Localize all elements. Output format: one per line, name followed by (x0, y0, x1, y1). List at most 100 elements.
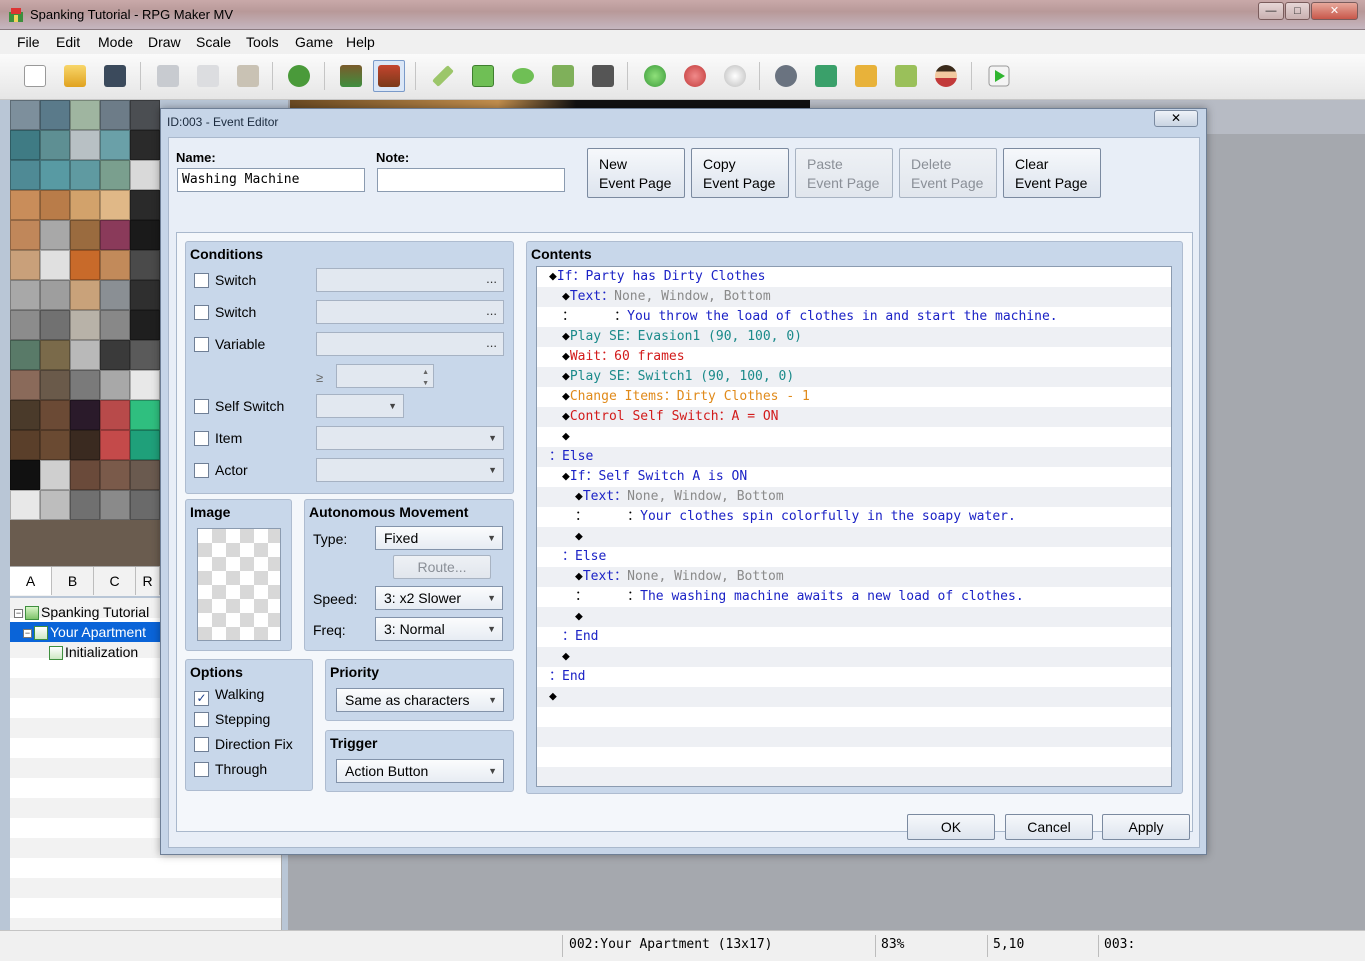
pencil-icon[interactable] (427, 60, 459, 92)
tile[interactable] (100, 460, 130, 490)
tile[interactable] (10, 460, 40, 490)
maximize-button[interactable]: □ (1285, 2, 1310, 20)
name-field[interactable]: Washing Machine (177, 168, 365, 192)
tile[interactable] (70, 460, 100, 490)
tree-node-project[interactable]: − Spanking Tutorial (14, 602, 149, 622)
checkbox-box[interactable] (194, 337, 209, 352)
tile[interactable] (70, 370, 100, 400)
tile[interactable] (70, 250, 100, 280)
tileset-tab-b[interactable]: B (52, 567, 94, 595)
tile[interactable] (100, 430, 130, 460)
event-command-line[interactable]: ◆ (537, 647, 570, 667)
tree-node-child-map[interactable]: Initialization (47, 642, 138, 662)
tile[interactable] (70, 340, 100, 370)
menu-scale[interactable]: Scale (196, 34, 231, 50)
tile[interactable] (10, 400, 40, 430)
tile[interactable] (10, 490, 40, 520)
collapse-toggle-icon[interactable]: − (14, 608, 23, 618)
zoom-out-icon[interactable] (679, 60, 711, 92)
tile[interactable] (40, 220, 70, 250)
tile[interactable] (70, 490, 100, 520)
tile[interactable] (130, 220, 160, 250)
close-window-button[interactable]: ✕ (1311, 2, 1358, 20)
tile[interactable] (40, 370, 70, 400)
menu-help[interactable]: Help (346, 34, 375, 50)
tile[interactable] (40, 490, 70, 520)
paste-event-page-button[interactable]: Paste Event Page (795, 148, 893, 198)
plugin-manager-icon[interactable] (810, 60, 842, 92)
tile[interactable] (70, 310, 100, 340)
tile[interactable] (40, 400, 70, 430)
note-field[interactable] (377, 168, 565, 192)
through-checkbox[interactable]: Through (194, 761, 267, 777)
checkbox-checked[interactable]: ✓ (194, 691, 209, 706)
tile[interactable] (100, 490, 130, 520)
event-mode-icon[interactable] (373, 60, 405, 92)
trigger-dropdown[interactable]: Action Button ▼ (336, 759, 504, 783)
character-generator-icon[interactable] (930, 60, 962, 92)
event-command-line[interactable]: ：Else (537, 447, 593, 467)
tile[interactable] (100, 100, 130, 130)
tile[interactable] (10, 370, 40, 400)
cancel-button[interactable]: Cancel (1005, 814, 1093, 840)
rectangle-icon[interactable] (467, 60, 499, 92)
menu-file[interactable]: File (17, 34, 40, 50)
tile[interactable] (40, 250, 70, 280)
item-checkbox[interactable]: Item (194, 430, 242, 446)
zoom-in-icon[interactable] (639, 60, 671, 92)
tile[interactable] (100, 250, 130, 280)
tileset-tab-c[interactable]: C (94, 567, 136, 595)
checkbox-box[interactable] (194, 431, 209, 446)
tile[interactable] (10, 430, 40, 460)
stepping-checkbox[interactable]: Stepping (194, 711, 270, 727)
tile[interactable] (130, 130, 160, 160)
tile[interactable] (130, 460, 160, 490)
variable-checkbox[interactable]: Variable (194, 336, 265, 352)
event-command-line[interactable]: ◆ (537, 527, 583, 547)
event-command-line[interactable]: ： ：Your clothes spin colorfully in the s… (537, 507, 1016, 527)
checkbox-box[interactable] (194, 712, 209, 727)
tile[interactable] (70, 160, 100, 190)
tile[interactable] (70, 100, 100, 130)
menu-draw[interactable]: Draw (148, 34, 181, 50)
move-type-dropdown[interactable]: Fixed ▼ (375, 526, 503, 550)
event-command-line[interactable]: ◆Text：None, Window, Bottom (537, 567, 784, 587)
ellipse-icon[interactable] (507, 60, 539, 92)
tile[interactable] (100, 340, 130, 370)
event-command-line[interactable]: ◆Wait：60 frames (537, 347, 685, 367)
checkbox-box[interactable] (194, 273, 209, 288)
move-frequency-dropdown[interactable]: 3: Normal ▼ (375, 617, 503, 641)
tile[interactable] (100, 190, 130, 220)
minimize-button[interactable]: — (1258, 2, 1284, 20)
checkbox-box[interactable] (194, 463, 209, 478)
tile[interactable] (40, 340, 70, 370)
delete-event-page-button[interactable]: Delete Event Page (899, 148, 997, 198)
tree-node-map-selected[interactable]: − Your Apartment (10, 622, 160, 642)
actual-size-icon[interactable] (719, 60, 751, 92)
event-command-line[interactable]: ◆ (537, 427, 570, 447)
event-command-list[interactable]: ◆If：Party has Dirty Clothes ◆Text：None, W… (536, 266, 1172, 787)
tileset-tab-r[interactable]: R (136, 567, 160, 595)
tile[interactable] (100, 310, 130, 340)
tile[interactable] (10, 220, 40, 250)
tile[interactable] (130, 100, 160, 130)
paste-icon[interactable] (232, 60, 264, 92)
clear-event-page-button[interactable]: Clear Event Page (1003, 148, 1101, 198)
tile[interactable] (40, 460, 70, 490)
menu-mode[interactable]: Mode (98, 34, 133, 50)
tileset-tab-a[interactable]: A (10, 567, 52, 595)
tile[interactable] (130, 160, 160, 190)
playtest-icon[interactable] (983, 60, 1015, 92)
checkbox-box[interactable] (194, 399, 209, 414)
tile[interactable] (100, 370, 130, 400)
event-command-line[interactable]: ◆Text：None, Window, Bottom (537, 487, 784, 507)
event-image-picker[interactable] (197, 528, 281, 641)
tile[interactable] (100, 220, 130, 250)
switch1-checkbox[interactable]: Switch (194, 272, 256, 288)
walking-checkbox[interactable]: ✓ Walking (194, 686, 264, 706)
tile[interactable] (130, 490, 160, 520)
event-command-line[interactable]: ◆Change Items：Dirty Clothes - 1 (537, 387, 810, 407)
collapse-toggle-icon[interactable]: − (23, 628, 32, 638)
tile[interactable] (100, 280, 130, 310)
menu-edit[interactable]: Edit (56, 34, 80, 50)
